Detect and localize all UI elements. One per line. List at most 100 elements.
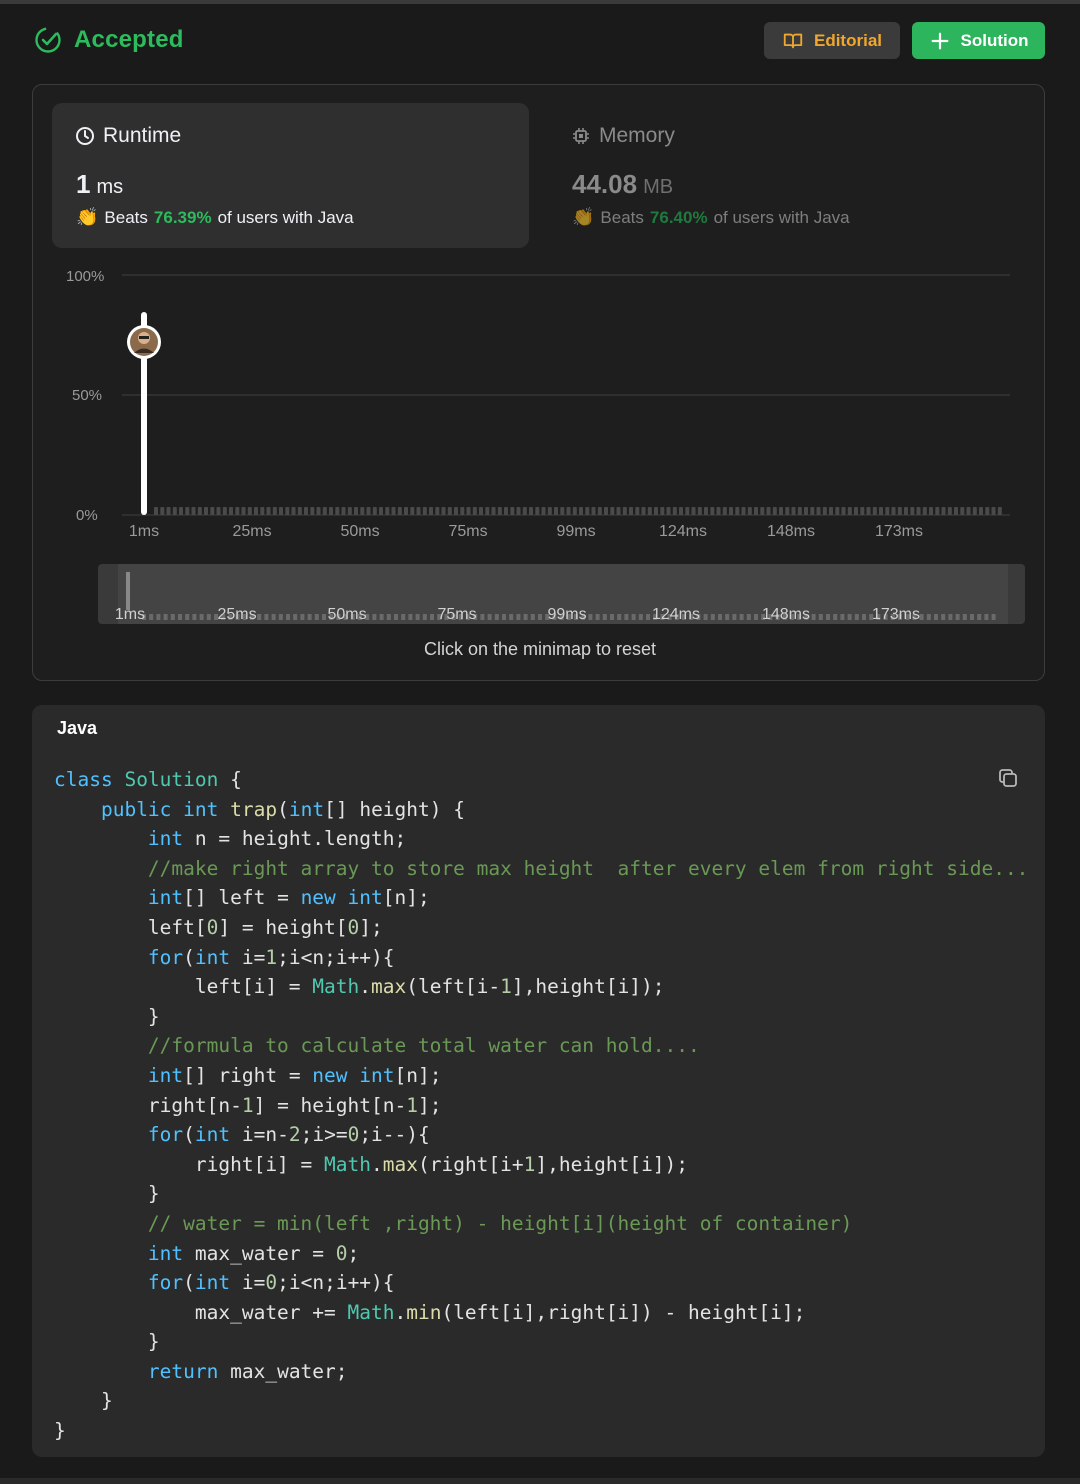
- minimap-bar: [818, 614, 823, 620]
- distribution-bar: [491, 507, 496, 515]
- minimap-bar: [502, 614, 506, 620]
- add-solution-button[interactable]: Solution: [912, 22, 1045, 59]
- distribution-bar: [522, 507, 527, 515]
- code-block[interactable]: class Solution { public int trap(int[] h…: [54, 765, 1028, 1446]
- distribution-bar: [316, 507, 321, 515]
- minimap-bar: [206, 614, 211, 620]
- solution-label: Solution: [960, 30, 1029, 50]
- memory-beats-suffix: of users with Java: [713, 207, 850, 227]
- minimap-bar: [314, 614, 319, 620]
- distribution-bar: [729, 507, 733, 515]
- minimap-bar: [811, 614, 816, 620]
- runtime-label: Runtime: [103, 124, 182, 147]
- distribution-bar: [229, 507, 233, 515]
- distribution-bar: [235, 507, 240, 515]
- minimap-bar: [754, 614, 758, 620]
- distribution-bar: [591, 507, 596, 515]
- bottom-divider: [0, 1478, 1080, 1484]
- minimap-bar: [192, 614, 197, 620]
- distribution-bar: [816, 507, 821, 515]
- minimap-bar: [977, 614, 982, 620]
- minimap-bar: [941, 614, 946, 620]
- distribution-bar: [791, 507, 796, 515]
- chart-minimap[interactable]: 1ms 25ms 50ms 75ms 99ms 124ms 148ms 173m…: [98, 564, 1025, 624]
- distribution-bar: [872, 507, 877, 515]
- chip-icon: [573, 128, 589, 144]
- editorial-button[interactable]: Editorial: [764, 22, 900, 59]
- minimap-bar: [970, 614, 974, 620]
- distribution-bar: [810, 507, 815, 515]
- x-tick-label: 50ms: [340, 523, 380, 540]
- distribution-bar: [879, 507, 883, 515]
- distribution-bar: [997, 507, 1002, 515]
- distribution-bar: [679, 507, 683, 515]
- minimap-bar: [415, 614, 420, 620]
- distribution-bar: [660, 507, 665, 515]
- minimap-bar: [926, 614, 931, 620]
- minimap-bar: [703, 614, 708, 620]
- minimap-bar: [156, 614, 161, 620]
- distribution-bar: [704, 507, 708, 515]
- distribution-bar: [504, 507, 508, 515]
- memory-beats-pct: 76.40%: [649, 207, 708, 227]
- memory-unit: MB: [643, 176, 674, 198]
- distribution-bar: [404, 507, 408, 515]
- distribution-bar: [335, 507, 340, 515]
- distribution-bar: [516, 507, 521, 515]
- distribution-bar: [622, 507, 627, 515]
- minimap-bar: [422, 614, 427, 620]
- distribution-bar: [841, 507, 846, 515]
- distribution-bar: [629, 507, 633, 515]
- minimap-bar: [631, 614, 636, 620]
- distribution-bar: [554, 507, 558, 515]
- distribution-bar: [741, 507, 746, 515]
- distribution-bar: [610, 507, 615, 515]
- distribution-bars: [154, 507, 1002, 515]
- runtime-number: 1: [76, 169, 91, 199]
- minimap-bar: [430, 614, 434, 620]
- minimap-label: 1ms: [114, 606, 146, 623]
- distribution-bar: [747, 507, 752, 515]
- distribution-bar: [972, 507, 977, 515]
- minimap-bar: [372, 614, 377, 620]
- minimap-bar: [610, 614, 614, 620]
- distribution-bar: [685, 507, 690, 515]
- runtime-distribution-chart[interactable]: 100% 50% 0% 1ms 25ms 50ms 75ms 99ms 124m…: [34, 260, 1034, 560]
- distribution-bar: [929, 507, 933, 515]
- minimap-bar: [538, 614, 542, 620]
- minimap-bar: [509, 614, 514, 620]
- distribution-bar: [254, 507, 258, 515]
- memory-header: Memory: [571, 124, 675, 148]
- minimap-label: 75ms: [437, 606, 477, 623]
- distribution-bar: [941, 507, 946, 515]
- minimap-bar: [991, 614, 996, 620]
- distribution-bar: [985, 507, 990, 515]
- distribution-bar: [860, 507, 865, 515]
- distribution-bar: [322, 507, 327, 515]
- x-tick-label: 25ms: [232, 523, 272, 540]
- minimap-bar: [286, 614, 290, 620]
- minimap-bar: [725, 614, 730, 620]
- minimap-bar: [300, 614, 305, 620]
- memory-beats: 👏 Beats 76.40% of users with Java: [572, 207, 850, 228]
- minimap-bar: [847, 614, 852, 620]
- distribution-bar: [429, 507, 433, 515]
- distribution-bar: [922, 507, 927, 515]
- minimap-bar: [646, 614, 650, 620]
- distribution-bar: [197, 507, 202, 515]
- minimap-bar: [149, 614, 154, 620]
- distribution-bar: [185, 507, 190, 515]
- x-tick-label: 148ms: [766, 523, 816, 540]
- distribution-bar: [654, 507, 658, 515]
- y-tick-label: 0%: [76, 507, 98, 524]
- distribution-bar: [472, 507, 477, 515]
- distribution-bar: [835, 507, 840, 515]
- distribution-bar: [891, 507, 896, 515]
- minimap-label: 99ms: [547, 606, 587, 623]
- avatar[interactable]: [127, 325, 161, 359]
- distribution-bar: [154, 507, 158, 515]
- distribution-bar: [391, 507, 396, 515]
- runtime-header: Runtime: [75, 124, 181, 148]
- distribution-bar: [510, 507, 515, 515]
- minimap-bar: [833, 614, 838, 620]
